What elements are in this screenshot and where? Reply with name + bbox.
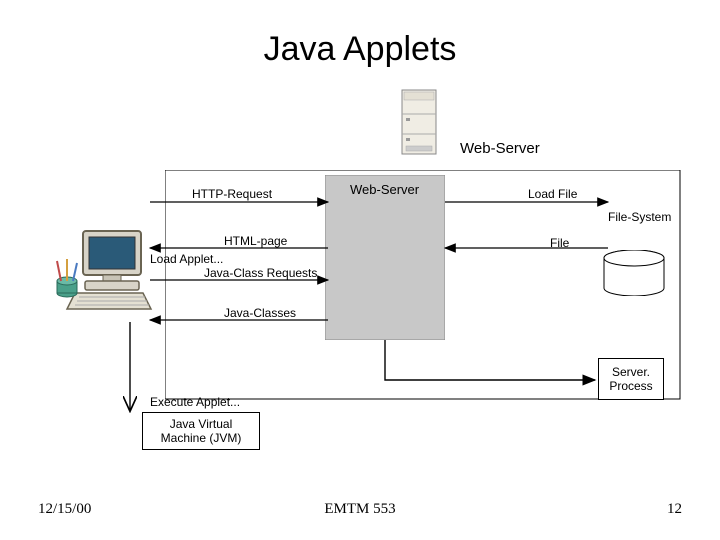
html-page-label: HTML-page [224,234,287,248]
execute-applet-label: Execute Applet... [150,395,240,409]
http-request-label: HTTP-Request [192,187,272,201]
server-process-box: Server. Process [598,358,664,400]
jvm-box: Java Virtual Machine (JVM) [142,412,260,450]
load-applet-label: Load Applet... [150,252,223,266]
java-classes-label: Java-Classes [224,306,296,320]
footer-center: EMTM 553 [0,501,720,518]
java-class-requests-label: Java-Class Requests [204,266,317,280]
database-icon [602,250,666,296]
slide-title: Java Applets [0,30,720,69]
footer-page: 12 [667,501,682,518]
file-label: File [550,236,569,250]
web-server-box [325,175,445,340]
web-server-label-inner: Web-Server [350,182,419,197]
load-file-label: Load File [528,187,577,201]
client-computer-icon [55,225,155,320]
server-tower-icon [400,88,440,158]
file-system-label: File-System [608,210,671,224]
web-server-label-top: Web-Server [460,140,540,157]
slide: Java Applets Web-Server Web-Server [0,0,720,540]
